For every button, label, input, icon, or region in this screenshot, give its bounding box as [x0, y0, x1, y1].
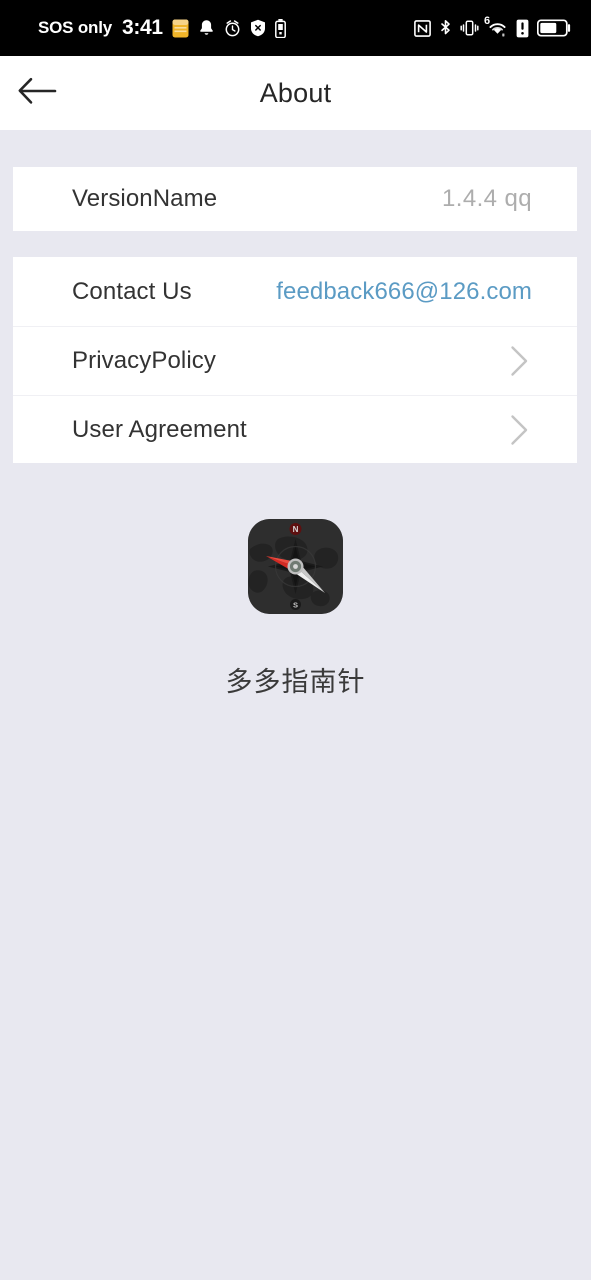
- svg-text:N: N: [293, 525, 299, 534]
- clock-label: 3:41: [121, 16, 163, 39]
- alarm-clock-icon: [224, 19, 241, 37]
- do-not-disturb-icon: [250, 19, 266, 37]
- links-card: Contact Us feedback666@126.com PrivacyPo…: [13, 257, 577, 463]
- feedback-email-link[interactable]: feedback666@126.com: [276, 278, 532, 306]
- svg-text:S: S: [293, 600, 298, 609]
- app-bar: About: [0, 56, 591, 130]
- back-button[interactable]: [0, 56, 72, 130]
- version-label: VersionName: [72, 185, 218, 212]
- chevron-right-icon: [506, 413, 532, 447]
- battery-saver-icon: [274, 18, 286, 38]
- battery-icon: [537, 19, 571, 37]
- row-privacy-policy[interactable]: PrivacyPolicy: [13, 326, 577, 395]
- row-contact-us: Contact Us feedback666@126.com: [13, 257, 577, 326]
- status-bar-left: SOS only 3:41: [38, 16, 414, 40]
- row-version-name: VersionName 1.4.4 qq: [13, 167, 577, 231]
- bluetooth-icon: [439, 19, 452, 38]
- page-title: About: [259, 77, 332, 108]
- status-bar-right: 6: [414, 15, 571, 38]
- sim-card-icon: [172, 19, 189, 38]
- user-agreement-label: User Agreement: [72, 415, 247, 443]
- vibrate-icon: [460, 19, 479, 37]
- chevron-right-icon: [506, 344, 532, 378]
- carrier-label: SOS only: [38, 18, 112, 37]
- app-name-label: 多多指南针: [225, 667, 366, 697]
- phone-screen: SOS only 3:41 6 About VersionName 1.4.4 …: [0, 0, 591, 1280]
- version-value: 1.4.4 qq: [442, 185, 532, 212]
- contact-us-label: Contact Us: [72, 277, 192, 305]
- privacy-policy-label: PrivacyPolicy: [72, 346, 216, 374]
- status-bar: SOS only 3:41 6: [0, 0, 591, 56]
- compass-app-icon: N S: [248, 519, 343, 614]
- cellular-alert-icon: [516, 19, 529, 38]
- version-card: VersionName 1.4.4 qq: [13, 167, 577, 231]
- bell-icon: [198, 19, 215, 37]
- nfc-icon: [414, 19, 431, 37]
- arrow-left-icon: [15, 75, 57, 112]
- wifi-6-icon: 6: [484, 15, 508, 37]
- wifi-generation-label: 6: [484, 14, 491, 27]
- row-user-agreement[interactable]: User Agreement: [13, 395, 577, 464]
